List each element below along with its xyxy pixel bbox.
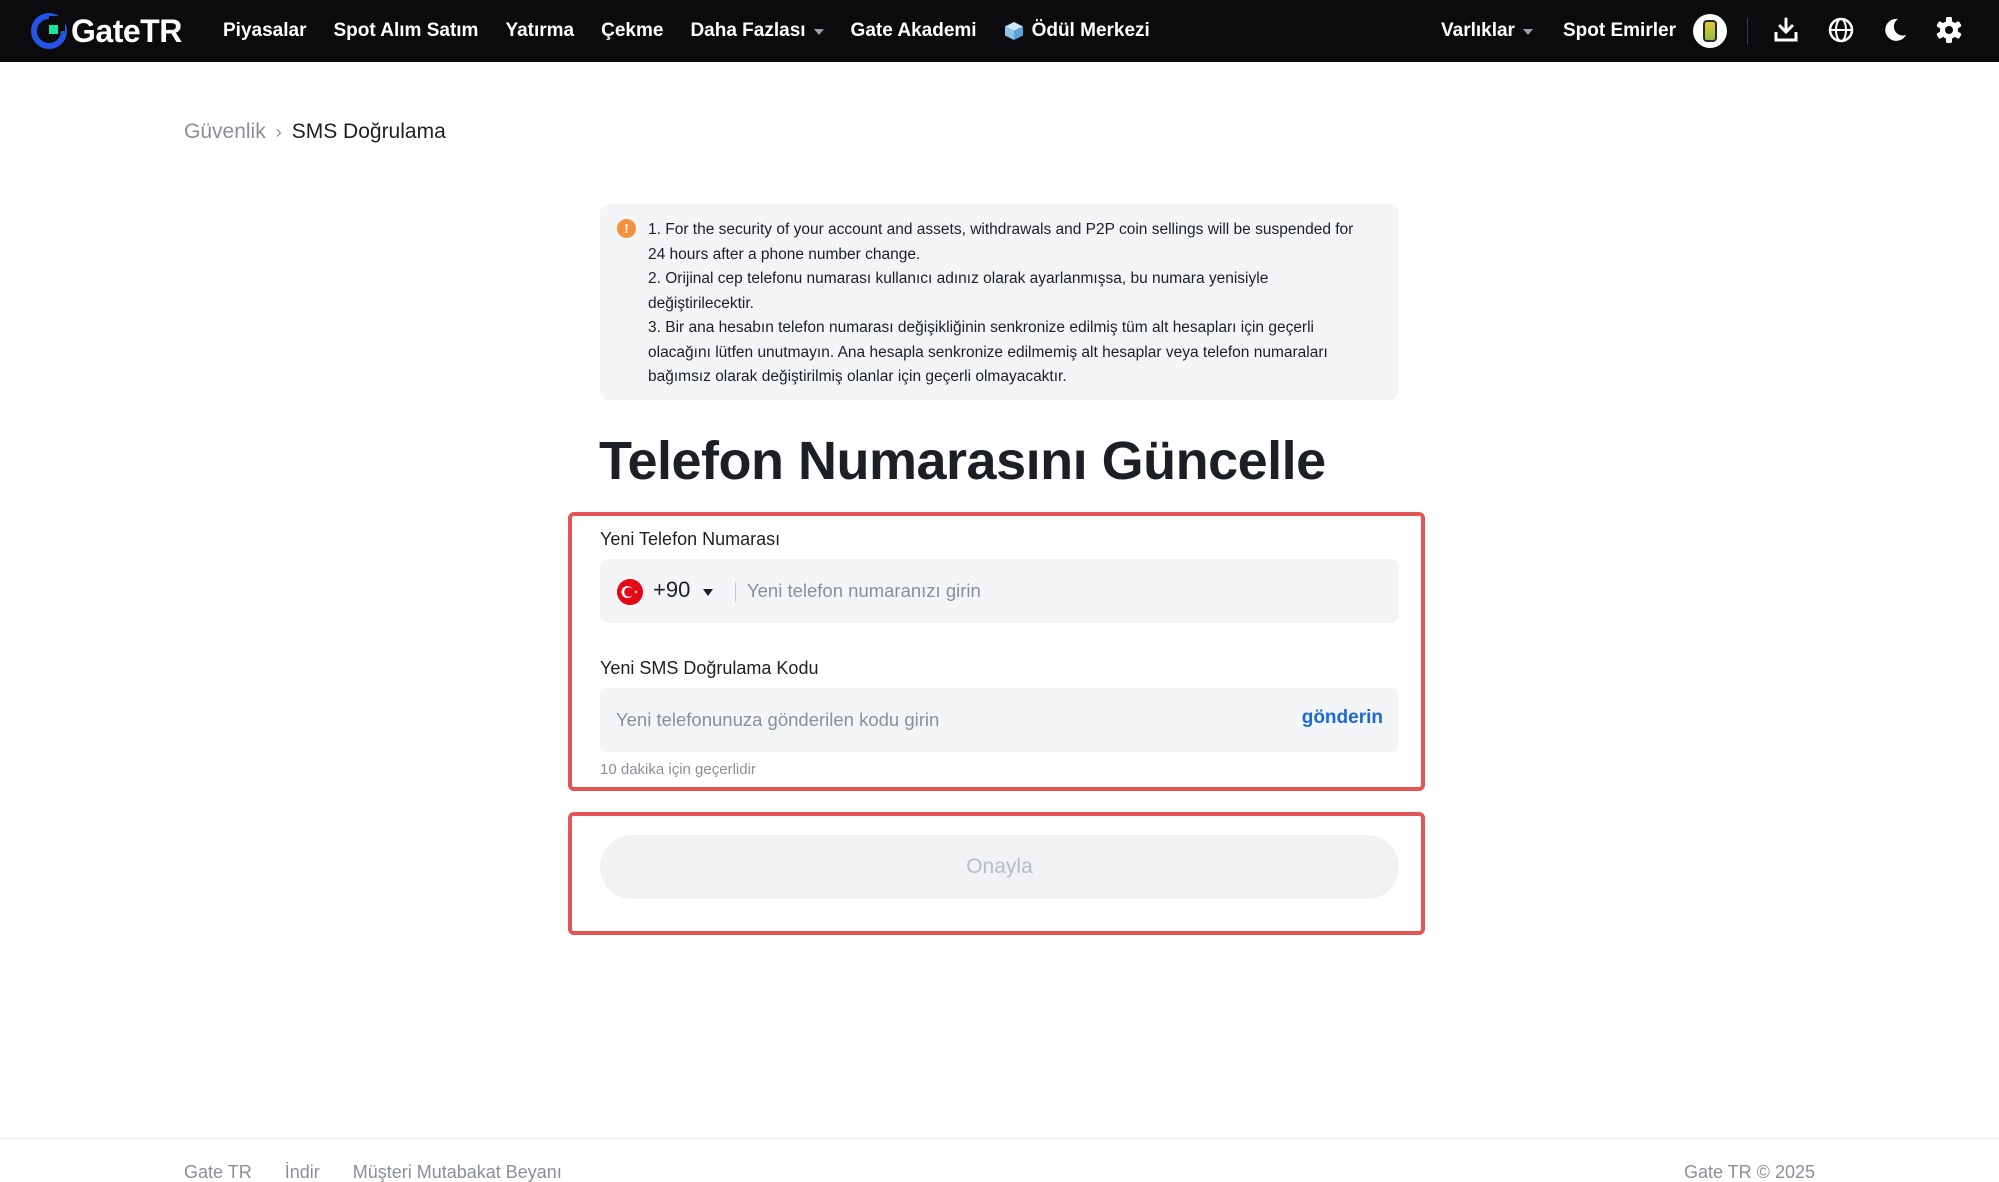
nav-item-spot-trading[interactable]: Spot Alım Satım bbox=[333, 20, 478, 42]
chevron-down-icon bbox=[1522, 29, 1533, 35]
notice-line-3: 3. Bir ana hesabın telefon numarası deği… bbox=[648, 319, 1328, 385]
sms-code-input[interactable] bbox=[616, 706, 1256, 734]
validity-hint: 10 dakika için geçerlidir bbox=[600, 761, 756, 778]
page-title: Telefon Numarasını Güncelle bbox=[599, 431, 1326, 491]
top-navigation-bar: GateTR Piyasalar Spot Alım Satım Yatırma… bbox=[0, 0, 1999, 62]
breadcrumb: Güvenlik › SMS Doğrulama bbox=[184, 120, 446, 144]
security-notice: 1. For the security of your account and … bbox=[600, 204, 1399, 400]
chevron-right-icon: › bbox=[275, 121, 282, 142]
logo-text: GateTR bbox=[71, 12, 182, 49]
gatetr-logo[interactable]: GateTR bbox=[31, 12, 182, 50]
nav-item-markets[interactable]: Piyasalar bbox=[223, 20, 306, 42]
footer-copyright: Gate TR © 2025 bbox=[1683, 1162, 1815, 1182]
country-code-selector[interactable]: +90 bbox=[653, 577, 690, 603]
avatar[interactable] bbox=[1693, 14, 1727, 48]
avatar-image bbox=[1703, 20, 1717, 42]
send-code-button[interactable]: gönderin bbox=[1302, 707, 1383, 729]
gift-box-icon bbox=[1004, 22, 1023, 40]
sms-code-input-group: gönderin bbox=[600, 688, 1399, 752]
nav-item-deposit[interactable]: Yatırma bbox=[505, 20, 574, 42]
nav-assets-label: Varlıklar bbox=[1441, 20, 1515, 41]
nav-divider bbox=[1747, 18, 1748, 44]
globe-icon-svg bbox=[1828, 17, 1854, 43]
nav-item-more[interactable]: Daha Fazlası bbox=[690, 20, 824, 42]
breadcrumb-security-link[interactable]: Güvenlik bbox=[184, 120, 266, 144]
turkey-flag-icon[interactable] bbox=[617, 579, 643, 605]
nav-assets-menu[interactable]: Varlıklar bbox=[1441, 0, 1533, 62]
phone-field-label: Yeni Telefon Numarası bbox=[600, 529, 781, 549]
breadcrumb-current: SMS Doğrulama bbox=[291, 120, 446, 143]
nav-item-more-label: Daha Fazlası bbox=[690, 20, 806, 41]
nav-item-rewards-label: Ödül Merkezi bbox=[1031, 20, 1150, 41]
warning-icon: ! bbox=[617, 219, 636, 238]
sms-code-field-label: Yeni SMS Doğrulama Kodu bbox=[600, 658, 819, 678]
chevron-down-icon bbox=[813, 29, 824, 35]
phone-input-group: +90 bbox=[600, 559, 1399, 623]
gate-logo-icon bbox=[31, 13, 67, 49]
nav-item-rewards-center[interactable]: Ödül Merkezi bbox=[1004, 20, 1150, 42]
nav-item-academy[interactable]: Gate Akademi bbox=[851, 20, 977, 42]
download-icon-svg bbox=[1774, 17, 1798, 42]
moon-icon-svg bbox=[1885, 18, 1906, 41]
globe-icon[interactable] bbox=[1826, 15, 1856, 45]
nav-item-withdraw[interactable]: Çekme bbox=[601, 20, 663, 42]
footer-link-gatetr[interactable]: Gate TR bbox=[184, 1162, 252, 1182]
notice-line-2: 2. Orijinal cep telefonu numarası kullan… bbox=[648, 270, 1269, 312]
main-menu: Piyasalar Spot Alım Satım Yatırma Çekme … bbox=[223, 0, 1177, 62]
gear-icon-svg bbox=[1936, 17, 1962, 43]
footer-links: Gate TR İndir Müşteri Mutabakat Beyanı bbox=[184, 1162, 595, 1182]
settings-icon[interactable] bbox=[1934, 15, 1964, 45]
phone-number-input[interactable] bbox=[747, 577, 1377, 605]
turkey-flag-svg bbox=[617, 579, 643, 605]
footer-link-download[interactable]: İndir bbox=[285, 1162, 320, 1182]
chevron-down-icon[interactable] bbox=[703, 589, 713, 596]
footer-link-customer-agreement[interactable]: Müşteri Mutabakat Beyanı bbox=[353, 1162, 562, 1182]
moon-icon[interactable] bbox=[1880, 15, 1910, 45]
footer-divider bbox=[0, 1138, 1999, 1139]
confirm-button[interactable]: Onayla bbox=[600, 835, 1399, 899]
input-divider bbox=[735, 582, 736, 602]
nav-spot-orders[interactable]: Spot Emirler bbox=[1563, 0, 1676, 62]
download-icon[interactable] bbox=[1771, 15, 1801, 45]
notice-line-1: 1. For the security of your account and … bbox=[648, 221, 1354, 263]
